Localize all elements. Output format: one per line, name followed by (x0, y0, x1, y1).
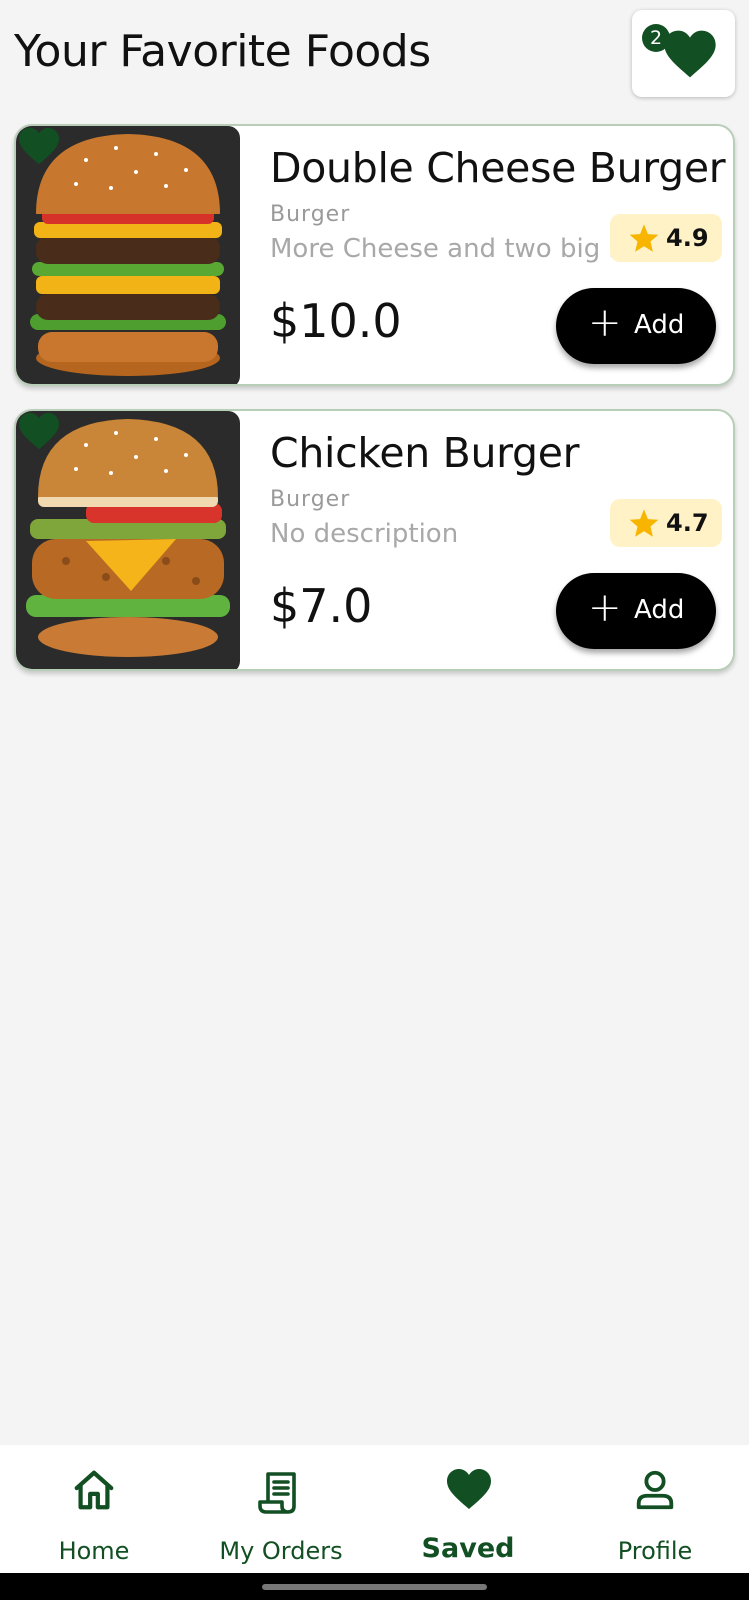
bottom-navigation: Home My Orders Saved Profile (0, 1445, 749, 1573)
plus-icon: + (588, 300, 622, 346)
person-icon (636, 1470, 674, 1510)
food-description: More Cheese and two big beef (270, 234, 667, 264)
food-category: Burger (270, 487, 351, 512)
food-price: $10.0 (270, 294, 402, 348)
food-name: Chicken Burger (270, 429, 580, 477)
heart-icon (664, 30, 716, 78)
nav-item-my-orders[interactable]: My Orders (210, 1445, 352, 1573)
food-card[interactable]: Double Cheese Burger Burger More Cheese … (14, 124, 735, 386)
food-image (16, 126, 240, 384)
add-to-cart-button[interactable]: + Add (556, 573, 716, 649)
nav-label: Saved (421, 1533, 515, 1564)
nav-label: Profile (617, 1537, 693, 1565)
heart-icon (447, 1469, 491, 1509)
food-price: $7.0 (270, 579, 373, 633)
favorites-count-badge: 2 (642, 24, 670, 52)
header: Your Favorite Foods 2 (0, 0, 749, 110)
food-card[interactable]: Chicken Burger Burger No description 4.7… (14, 409, 735, 671)
plus-icon: + (588, 585, 622, 631)
favorites-button[interactable]: 2 (632, 10, 735, 97)
rating-badge: 4.9 (610, 214, 722, 262)
rating-badge: 4.7 (610, 499, 722, 547)
receipt-icon (258, 1472, 296, 1514)
favorite-heart-icon[interactable] (16, 126, 62, 166)
star-icon (629, 224, 659, 252)
home-indicator[interactable] (262, 1584, 487, 1590)
system-navigation-bar (0, 1573, 749, 1600)
nav-item-saved[interactable]: Saved (414, 1445, 522, 1573)
food-description: No description (270, 519, 459, 549)
home-icon (74, 1470, 114, 1510)
add-to-cart-button[interactable]: + Add (556, 288, 716, 364)
add-button-label: Add (634, 595, 685, 625)
rating-value: 4.7 (666, 509, 709, 537)
nav-label: My Orders (219, 1537, 343, 1565)
rating-value: 4.9 (666, 224, 709, 252)
favorite-heart-icon[interactable] (16, 411, 62, 451)
page-title: Your Favorite Foods (14, 26, 431, 77)
nav-item-profile[interactable]: Profile (598, 1445, 712, 1573)
food-image (16, 411, 240, 669)
nav-item-home[interactable]: Home (40, 1445, 148, 1573)
add-button-label: Add (634, 310, 685, 340)
star-icon (629, 509, 659, 537)
favorites-screen: Your Favorite Foods 2 Double Cheese Burg… (0, 0, 749, 1600)
nav-label: Home (58, 1537, 130, 1565)
food-name: Double Cheese Burger (270, 144, 726, 192)
food-category: Burger (270, 202, 351, 227)
